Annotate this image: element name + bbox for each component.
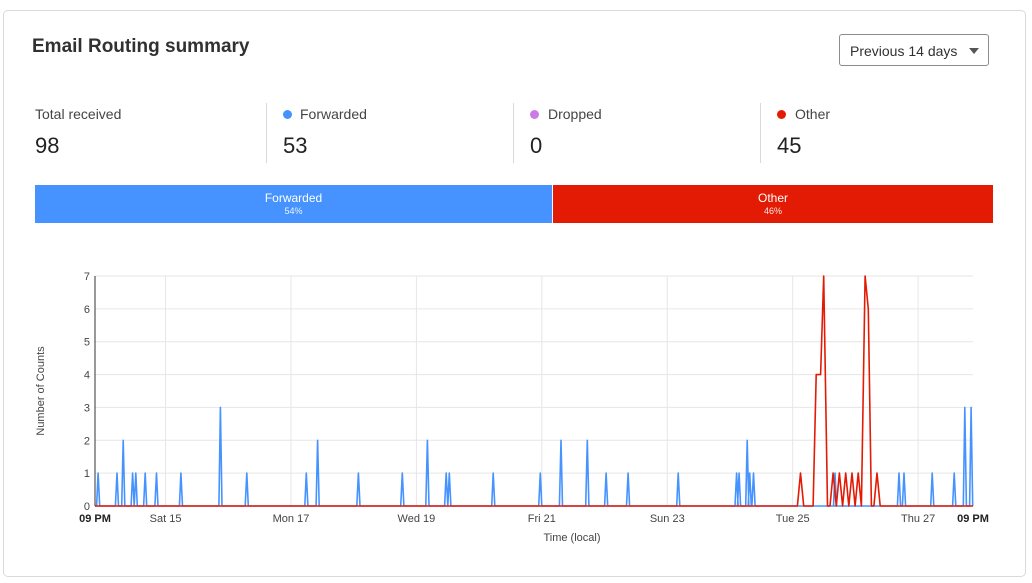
stat-label: Dropped — [548, 106, 602, 122]
email-routing-summary-card — [3, 10, 1026, 577]
stat-value: 45 — [777, 133, 802, 158]
other-dot-icon — [777, 110, 786, 119]
share-segment-other[interactable]: Other 46% — [552, 185, 993, 223]
stat-value: 53 — [283, 133, 308, 158]
stat-label: Total received — [35, 106, 122, 122]
segment-label: Forwarded — [264, 191, 323, 205]
forwarded-dot-icon — [283, 110, 292, 119]
segment-percent: 46% — [763, 206, 782, 216]
stat-divider — [266, 103, 267, 163]
date-range-select[interactable]: Previous 14 days — [839, 34, 989, 66]
stat-divider — [513, 103, 514, 163]
chevron-down-icon — [969, 48, 979, 54]
stat-divider — [760, 103, 761, 163]
stat-label: Forwarded — [300, 106, 367, 122]
stat-value: 0 — [530, 133, 543, 158]
share-segment-forwarded[interactable]: Forwarded 54% — [35, 185, 552, 223]
stat-value: 98 — [35, 133, 60, 158]
stat-label: Other — [795, 106, 831, 122]
segment-percent: 54% — [284, 206, 303, 216]
card-title: Email Routing summary — [32, 36, 250, 57]
segment-label: Other — [757, 191, 788, 205]
date-range-value: Previous 14 days — [850, 43, 958, 59]
dropped-dot-icon — [530, 110, 539, 119]
